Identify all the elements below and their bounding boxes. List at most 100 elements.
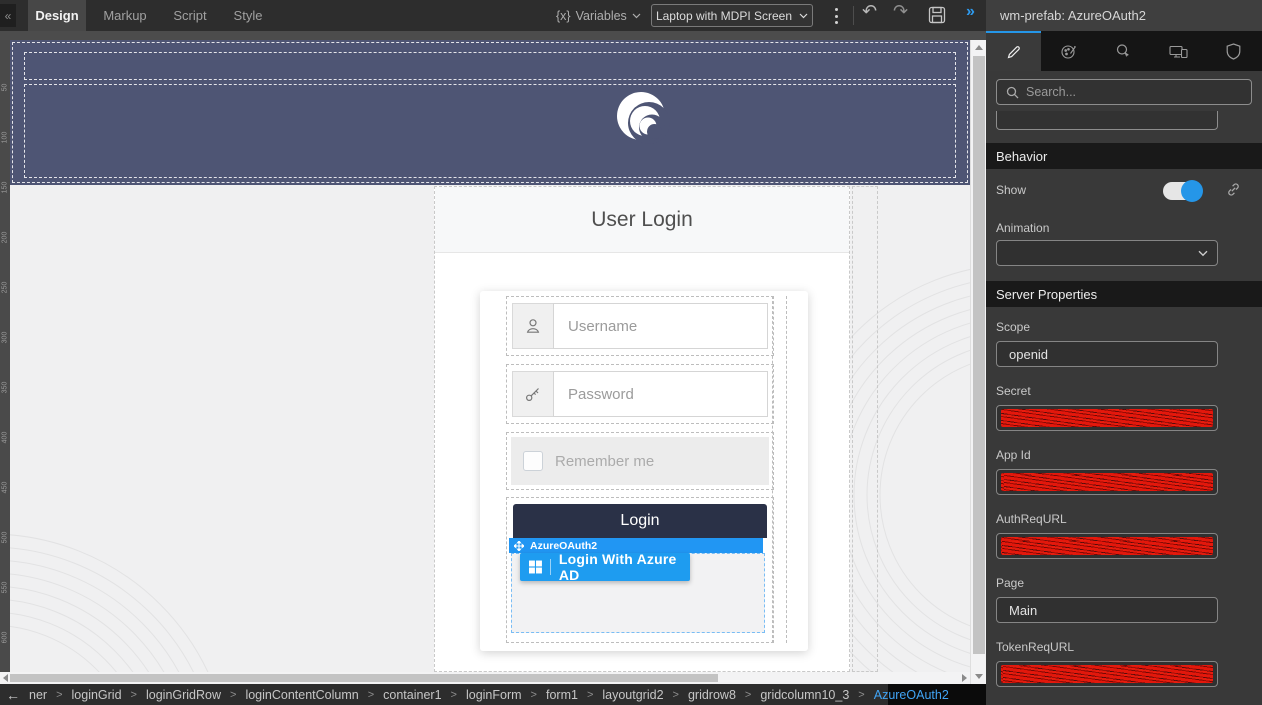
breadcrumb-item[interactable]: ner	[29, 688, 47, 702]
tab-styles[interactable]	[1041, 31, 1096, 71]
tab-markup[interactable]: Markup	[95, 0, 155, 31]
header-row-outline	[24, 52, 956, 80]
show-label: Show	[996, 183, 1026, 197]
login-button[interactable]: Login	[513, 504, 767, 538]
design-canvas: 50 100 150 200 250 300 350 400 450 500 5…	[0, 31, 986, 684]
redaction-scribble	[1001, 409, 1213, 427]
page-preview: User Login	[10, 40, 970, 672]
canvas-horizontal-scrollbar[interactable]	[0, 672, 970, 684]
undo-icon[interactable]: ↶	[862, 1, 877, 22]
login-form-card: Remember me Login AzureOAuth2	[480, 291, 808, 651]
secret-input[interactable]	[996, 405, 1218, 431]
more-options-icon[interactable]	[829, 7, 843, 25]
brand-wave-logo	[615, 90, 671, 146]
redo-icon[interactable]: ↷	[893, 1, 908, 22]
breadcrumb-item[interactable]: loginGrid	[72, 688, 122, 702]
remember-me-row: Remember me	[506, 432, 774, 490]
redaction-scribble	[1001, 473, 1213, 491]
breadcrumb-item[interactable]: gridrow8	[688, 688, 736, 702]
breadcrumb-item[interactable]: form1	[546, 688, 578, 702]
username-input[interactable]	[553, 303, 768, 349]
tab-properties[interactable]	[986, 31, 1041, 71]
collapse-left-panel-icon[interactable]: «	[0, 4, 16, 27]
header-content-outline	[24, 84, 956, 178]
key-icon	[512, 371, 553, 417]
animation-label: Animation	[996, 221, 1049, 235]
authrequrl-label: AuthReqURL	[996, 512, 1067, 526]
tab-devices[interactable]	[1151, 31, 1206, 71]
prefab-tag-label: AzureOAuth2	[530, 540, 597, 552]
password-input[interactable]	[553, 371, 768, 417]
grid-column-outline	[772, 296, 787, 643]
scroll-up-icon[interactable]	[975, 45, 983, 50]
animation-select[interactable]	[996, 240, 1218, 266]
move-icon	[514, 541, 524, 551]
appid-input[interactable]	[996, 469, 1218, 495]
breadcrumb-item[interactable]: container1	[383, 688, 441, 702]
azure-prefab-container: Login With Azure AD	[511, 553, 765, 633]
chevron-down-icon	[1198, 250, 1208, 257]
breadcrumb-item[interactable]: loginContentColumn	[245, 688, 358, 702]
azure-login-label: Login With Azure AD	[559, 551, 690, 583]
breadcrumb-item-active[interactable]: AzureOAuth2	[874, 688, 949, 702]
microsoft-logo-icon	[529, 560, 542, 574]
horizontal-ruler	[0, 31, 986, 40]
save-icon[interactable]	[928, 6, 946, 24]
magnifier-cursor-icon	[1115, 43, 1132, 60]
breadcrumb-item[interactable]: loginGridRow	[146, 688, 221, 702]
property-search[interactable]	[996, 79, 1252, 105]
tab-inspect[interactable]	[1096, 31, 1151, 71]
canvas-vertical-scrollbar[interactable]	[970, 40, 986, 684]
secret-label: Secret	[996, 384, 1031, 398]
tab-script[interactable]: Script	[164, 0, 216, 31]
breadcrumb-back-icon[interactable]: ←	[6, 687, 20, 703]
tab-security[interactable]	[1206, 31, 1261, 71]
section-behavior: Behavior	[986, 143, 1262, 169]
breadcrumb-item[interactable]: gridcolumn10_3	[760, 688, 849, 702]
password-row	[506, 364, 774, 424]
tokenrequrl-label: TokenReqURL	[996, 640, 1074, 654]
variables-menu[interactable]: {x} Variables	[556, 0, 641, 31]
variables-label: Variables	[576, 9, 627, 23]
page-label: Page	[996, 576, 1024, 590]
tab-design[interactable]: Design	[28, 0, 86, 31]
show-toggle[interactable]	[1163, 182, 1201, 200]
chevron-down-icon	[632, 13, 641, 19]
section-server-properties: Server Properties	[986, 281, 1262, 307]
scroll-right-icon[interactable]	[962, 674, 967, 682]
toolbar-divider	[853, 6, 854, 25]
user-icon	[512, 303, 553, 349]
remember-me-checkbox[interactable]	[523, 451, 543, 471]
search-input[interactable]	[1026, 85, 1226, 99]
authrequrl-input[interactable]	[996, 533, 1218, 559]
scroll-down-icon[interactable]	[975, 674, 983, 679]
breadcrumb-item[interactable]: layoutgrid2	[602, 688, 663, 702]
scope-input[interactable]: openid	[996, 341, 1218, 367]
tokenrequrl-input[interactable]	[996, 661, 1218, 687]
scroll-left-icon[interactable]	[3, 674, 8, 682]
redaction-scribble	[1001, 665, 1213, 683]
devices-icon	[1169, 44, 1188, 59]
inspector-title: wm-prefab: AzureOAuth2	[986, 0, 1262, 31]
palette-icon	[1060, 43, 1077, 60]
appid-label: App Id	[996, 448, 1031, 462]
bind-property-icon[interactable]	[1226, 182, 1241, 197]
azure-login-button[interactable]: Login With Azure AD	[520, 553, 690, 581]
pencil-icon	[1006, 45, 1021, 60]
page-input[interactable]: Main	[996, 597, 1218, 623]
shield-icon	[1226, 43, 1241, 60]
vertical-scroll-thumb[interactable]	[973, 56, 985, 654]
tab-style[interactable]: Style	[224, 0, 272, 31]
page-title: User Login	[591, 208, 693, 232]
redaction-scribble	[1001, 537, 1213, 555]
properties-inspector: wm-prefab: AzureOAuth2	[986, 0, 1262, 705]
device-selector-value: Laptop with MDPI Screen	[656, 9, 792, 23]
remember-me-label: Remember me	[555, 453, 654, 470]
breadcrumb-item[interactable]: loginForm	[466, 688, 522, 702]
page-header-widget[interactable]	[10, 40, 970, 185]
horizontal-scroll-thumb[interactable]	[10, 674, 718, 682]
inspector-body: Behavior Show Animation Server Propertie…	[986, 71, 1262, 705]
device-selector[interactable]: Laptop with MDPI Screen	[651, 4, 813, 27]
scrolled-input-remainder	[996, 111, 1218, 130]
expand-panel-icon[interactable]: »	[966, 3, 975, 21]
